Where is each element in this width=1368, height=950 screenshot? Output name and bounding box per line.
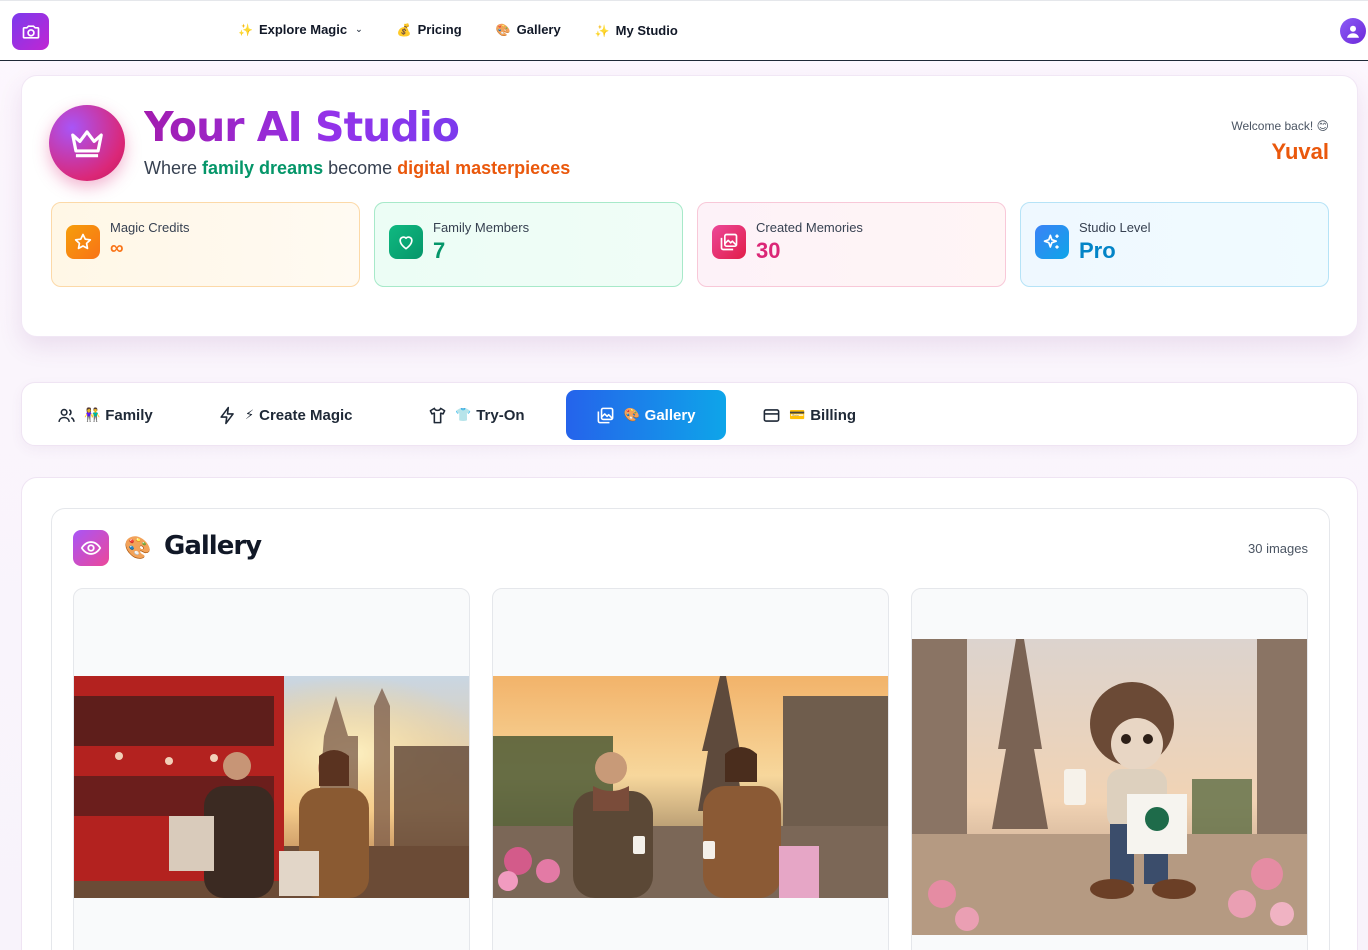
image-count: 30 images bbox=[1248, 541, 1308, 556]
star-icon bbox=[66, 225, 100, 259]
welcome-text: Welcome back! 😊 bbox=[1231, 119, 1329, 133]
nav-explore-magic[interactable]: ✨ Explore Magic ⌄ bbox=[238, 21, 363, 38]
stat-card-created-memories: Created Memories 30 bbox=[697, 202, 1006, 287]
sparkles-emoji-icon: ✨ bbox=[594, 23, 610, 38]
tab-billing[interactable]: 💳 Billing bbox=[762, 390, 882, 440]
stat-card-family-members: Family Members 7 bbox=[374, 202, 683, 287]
stats-row: Magic Credits ∞ Family Members 7 Created… bbox=[51, 202, 1329, 287]
sparkles-emoji-icon: ✨ bbox=[238, 22, 253, 37]
tab-create-magic[interactable]: ⚡ Create Magic bbox=[218, 390, 378, 440]
tab-create-magic-label: Create Magic bbox=[259, 406, 353, 424]
images-icon bbox=[598, 407, 614, 423]
nav-pricing[interactable]: 💰 Pricing bbox=[397, 21, 462, 38]
user-avatar[interactable] bbox=[1340, 18, 1366, 44]
nav-gallery-label: Gallery bbox=[516, 22, 561, 37]
gallery-image-plush-character-paris[interactable] bbox=[912, 639, 1307, 935]
shirt-emoji-icon: 👕 bbox=[455, 407, 472, 422]
gallery-image-couple-london[interactable] bbox=[74, 676, 469, 898]
subtitle-highlight-family-dreams: family dreams bbox=[202, 158, 324, 178]
crown-icon bbox=[71, 130, 103, 158]
studio-hero-card: Your AI Studio Where family dreams becom… bbox=[21, 75, 1358, 337]
gallery-card[interactable] bbox=[911, 588, 1308, 950]
lightning-emoji-icon: ⚡ bbox=[245, 407, 255, 422]
palette-emoji-icon: 🎨 bbox=[124, 535, 152, 560]
view-gallery-button[interactable] bbox=[73, 530, 109, 566]
stat-value: Pro bbox=[1079, 238, 1116, 263]
camera-logo-button[interactable] bbox=[12, 13, 49, 50]
palette-emoji-icon: 🎨 bbox=[495, 22, 511, 37]
tab-gallery-label: Gallery bbox=[644, 406, 696, 424]
crown-badge bbox=[49, 105, 125, 181]
stat-label: Studio Level bbox=[1079, 220, 1151, 235]
stat-label: Created Memories bbox=[756, 220, 863, 235]
tab-family-label: Family bbox=[105, 406, 153, 424]
money-bag-emoji-icon: 💰 bbox=[396, 22, 412, 37]
hero-subtitle: Where family dreams become digital maste… bbox=[144, 158, 570, 179]
stat-value: ∞ bbox=[110, 238, 124, 259]
palette-emoji-icon: 🎨 bbox=[623, 407, 640, 422]
credit-card-emoji-icon: 💳 bbox=[789, 407, 806, 422]
stat-card-magic-credits: Magic Credits ∞ bbox=[51, 202, 360, 287]
gallery-card[interactable] bbox=[73, 588, 470, 950]
gallery-panel: 🎨 Gallery 30 images bbox=[51, 508, 1330, 950]
shirt-icon bbox=[429, 407, 446, 423]
chevron-down-icon: ⌄ bbox=[355, 24, 363, 34]
subtitle-part-3: become bbox=[323, 158, 398, 178]
nav-my-studio-label: My Studio bbox=[615, 23, 678, 38]
user-icon bbox=[1347, 25, 1359, 38]
gallery-section: 🎨 Gallery 30 images bbox=[21, 477, 1358, 950]
studio-tabs: 👫 Family ⚡ Create Magic 👕 Try-On 🎨 Galle… bbox=[21, 382, 1358, 446]
stat-card-studio-level: Studio Level Pro bbox=[1020, 202, 1329, 287]
users-icon bbox=[58, 408, 75, 422]
top-navigation: ✨ Explore Magic ⌄ 💰 Pricing 🎨 Gallery ✨ … bbox=[0, 0, 1368, 61]
nav-gallery[interactable]: 🎨 Gallery bbox=[496, 21, 561, 38]
nav-explore-magic-label: Explore Magic bbox=[258, 22, 348, 37]
credit-card-icon bbox=[763, 408, 780, 422]
camera-icon bbox=[22, 24, 39, 39]
tab-billing-label: Billing bbox=[810, 406, 857, 424]
gallery-title: Gallery bbox=[164, 531, 262, 561]
nav-my-studio[interactable]: ✨ My Studio bbox=[595, 23, 678, 38]
tab-gallery[interactable]: 🎨 Gallery bbox=[566, 390, 726, 440]
nav-pricing-label: Pricing bbox=[417, 22, 462, 37]
lightning-icon bbox=[220, 406, 234, 424]
gallery-image-couple-paris[interactable] bbox=[493, 676, 888, 898]
heart-icon bbox=[389, 225, 423, 259]
tab-try-on-label: Try-On bbox=[476, 406, 525, 424]
tab-family[interactable]: 👫 Family bbox=[57, 390, 187, 440]
stat-label: Magic Credits bbox=[110, 220, 190, 235]
eye-icon bbox=[80, 541, 102, 555]
stat-label: Family Members bbox=[433, 220, 530, 235]
couple-emoji-icon: 👫 bbox=[84, 407, 101, 422]
gallery-card[interactable] bbox=[492, 588, 889, 950]
username: Yuval bbox=[1271, 139, 1329, 164]
image-icon bbox=[712, 225, 746, 259]
page-title: Your AI Studio bbox=[144, 103, 460, 151]
sparkles-icon bbox=[1035, 225, 1069, 259]
stat-value: 30 bbox=[756, 238, 781, 263]
subtitle-part-1: Where bbox=[144, 158, 203, 178]
subtitle-highlight-digital-masterpieces: digital masterpieces bbox=[397, 158, 571, 178]
tab-try-on[interactable]: 👕 Try-On bbox=[428, 390, 548, 440]
stat-value: 7 bbox=[433, 238, 446, 263]
